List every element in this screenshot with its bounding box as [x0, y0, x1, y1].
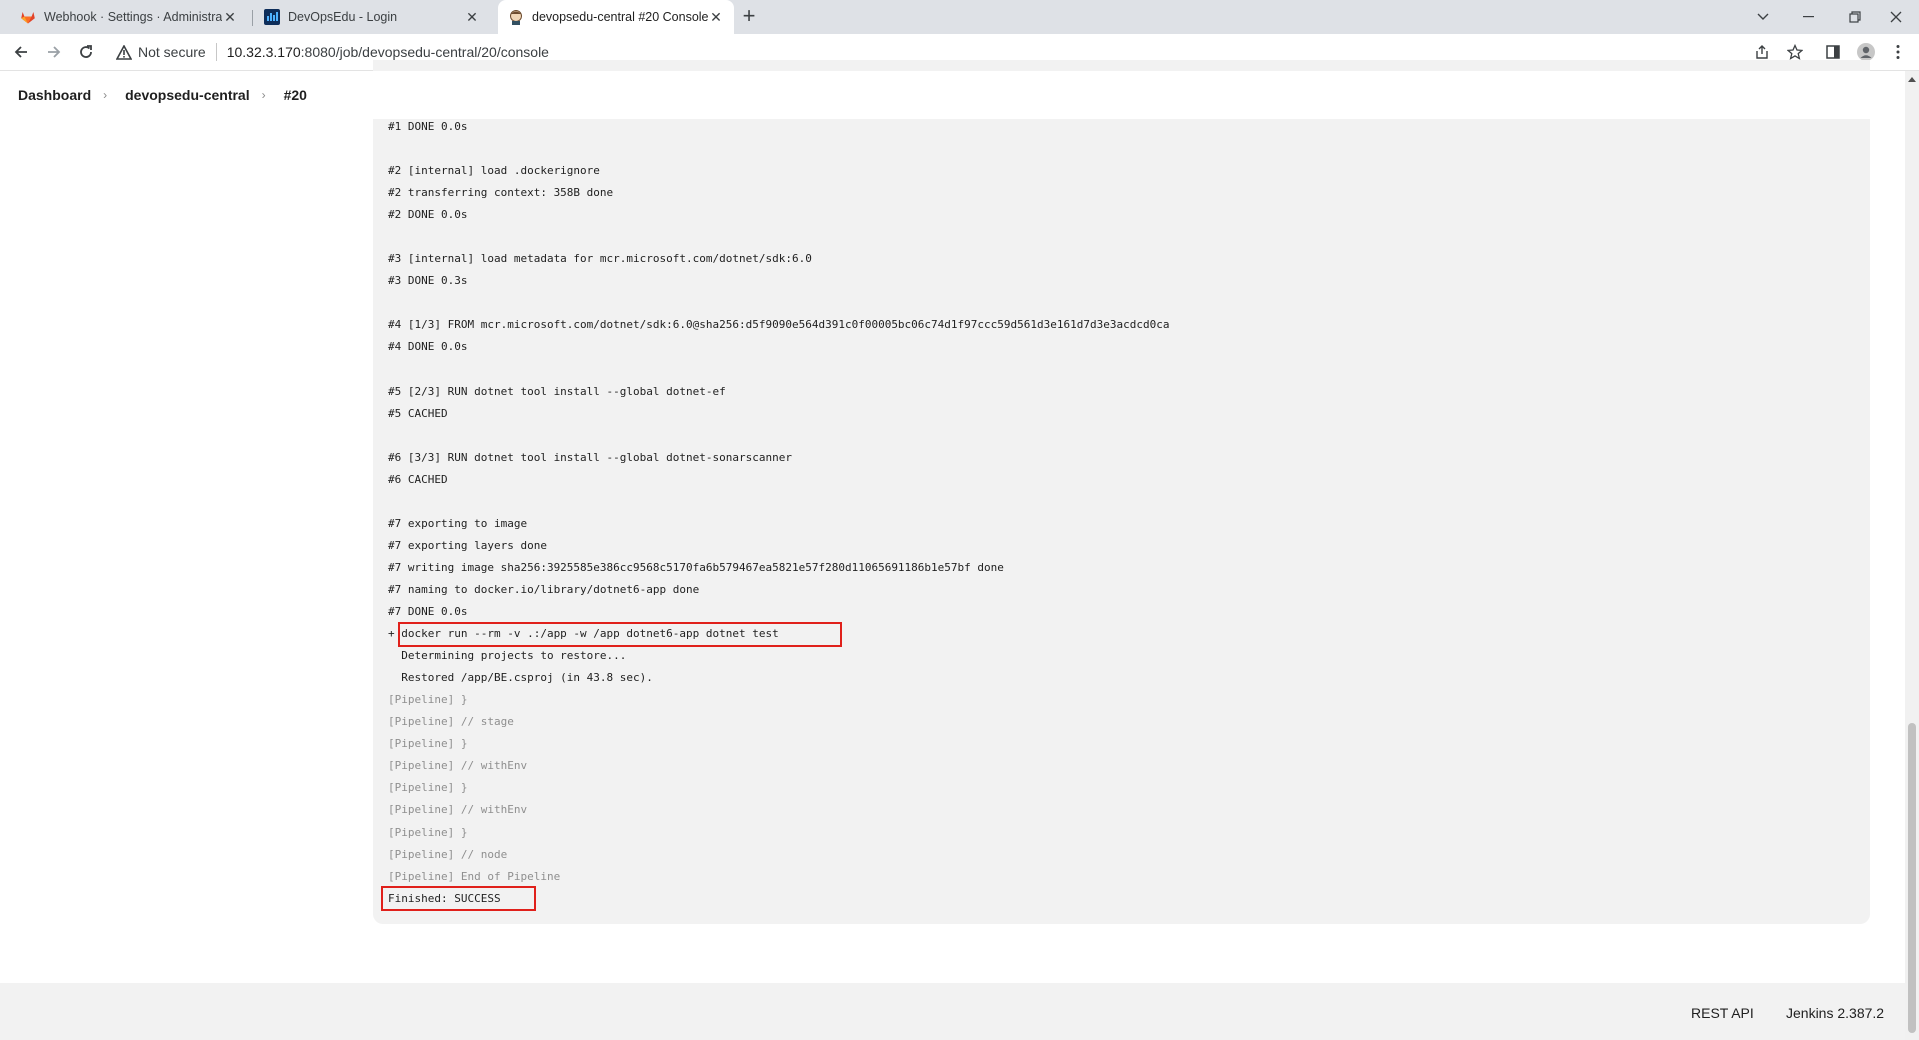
tab-close-icon[interactable]: ✕ [464, 9, 480, 26]
console-line: #7 naming to docker.io/library/dotnet6-a… [388, 582, 700, 596]
breadcrumb-job[interactable]: devopsedu-central [125, 87, 249, 103]
forward-button[interactable] [42, 40, 66, 64]
console-line: Determining projects to restore... [388, 649, 627, 663]
tab-title: DevOpsEdu - Login [288, 10, 398, 24]
console-line: [Pipeline] } [388, 825, 468, 839]
restore-icon [1849, 11, 1861, 23]
console-line: [Pipeline] } [388, 693, 468, 707]
scrollbar-thumb[interactable] [1908, 723, 1916, 1033]
console-line: #2 transferring context: 358B done [388, 186, 614, 200]
console-line: [Pipeline] // stage [388, 715, 514, 729]
console-line: #7 exporting layers done [388, 538, 547, 552]
security-label[interactable]: Not secure [138, 44, 206, 60]
console-line: Restored /app/BE.csproj (in 43.8 sec). [388, 671, 653, 685]
warning-icon[interactable] [116, 44, 132, 60]
tab-devopsedu-login[interactable]: DevOpsEdu - Login ✕ [254, 0, 490, 34]
highlight-finished-success [381, 886, 536, 911]
console-line: [Pipeline] } [388, 737, 468, 751]
tab-webhook-settings[interactable]: Webhook · Settings · Administrat ✕ [10, 0, 248, 34]
console-line: #7 exporting to image [388, 516, 528, 530]
devopsedu-icon [264, 9, 280, 25]
console-line: #3 [internal] load metadata for mcr.micr… [388, 252, 812, 266]
console-line: [Pipeline] End of Pipeline [388, 869, 561, 883]
share-icon [1756, 45, 1768, 59]
tab-close-icon[interactable]: ✕ [222, 9, 238, 26]
breadcrumb-build[interactable]: #20 [284, 87, 307, 103]
side-panel-icon [1826, 45, 1840, 59]
reload-button[interactable] [74, 40, 98, 64]
url-text[interactable]: 10.32.3.170:8080/job/devopsedu-central/2… [227, 44, 549, 60]
console-line: [Pipeline] // withEnv [388, 759, 528, 773]
restore-button[interactable] [1832, 0, 1878, 34]
jenkins-version-link[interactable]: Jenkins 2.387.2 [1786, 1005, 1884, 1021]
console-line: #2 DONE 0.0s [388, 208, 468, 222]
scroll-up-icon[interactable] [1908, 77, 1916, 82]
gitlab-icon [20, 9, 36, 25]
breadcrumb-separator: › [103, 88, 108, 102]
kebab-menu-icon [1896, 45, 1900, 59]
console-line: #5 CACHED [388, 406, 448, 420]
console-line: #7 DONE 0.0s [388, 605, 468, 619]
tab-search-button[interactable] [1740, 0, 1786, 34]
back-arrow-icon [14, 46, 27, 58]
console-line: #6 CACHED [388, 472, 448, 486]
page-footer: REST API Jenkins 2.387.2 [0, 983, 1905, 1040]
reload-icon [80, 45, 92, 58]
back-button[interactable] [9, 40, 33, 64]
tab-title: Webhook · Settings · Administrat [44, 10, 222, 24]
profile-icon [1857, 43, 1875, 61]
console-output: #1 DONE 0.0s #2 [internal] load .dockerig… [388, 116, 1169, 910]
console-line: #5 [2/3] RUN dotnet tool install --globa… [388, 384, 726, 398]
console-line: #4 [1/3] FROM mcr.microsoft.com/dotnet/s… [388, 318, 1170, 332]
forward-arrow-icon [48, 46, 61, 58]
console-line: #1 DONE 0.0s [388, 120, 468, 133]
browser-tab-bar: Webhook · Settings · Administrat ✕ DevOp… [0, 0, 1919, 34]
console-line: [Pipeline] // node [388, 847, 508, 861]
breadcrumb: Dashboard › devopsedu-central › #20 [0, 71, 1905, 119]
console-line: [Pipeline] // withEnv [388, 803, 528, 817]
breadcrumb-dashboard[interactable]: Dashboard [18, 87, 91, 103]
jenkins-icon [508, 9, 524, 25]
tab-close-icon[interactable]: ✕ [708, 9, 724, 26]
new-tab-button[interactable]: + [738, 5, 760, 28]
address-divider [215, 43, 217, 61]
console-line: #7 writing image sha256:3925585e386cc956… [388, 560, 1004, 574]
console-line: #3 DONE 0.3s [388, 274, 468, 288]
tab-console-active[interactable]: devopsedu-central #20 Console [ ✕ [498, 0, 734, 34]
chevron-down-icon [1757, 13, 1769, 20]
rest-api-link[interactable]: REST API [1691, 1005, 1754, 1021]
page-scrollbar[interactable] [1905, 71, 1919, 1040]
console-line: [Pipeline] } [388, 781, 468, 795]
close-icon [1890, 11, 1902, 23]
browser-menu-button[interactable] [1886, 40, 1910, 64]
minimize-button[interactable] [1786, 0, 1832, 34]
tab-title: devopsedu-central #20 Console [ [532, 10, 708, 24]
console-line: #2 [internal] load .dockerignore [388, 164, 600, 178]
star-icon [1787, 44, 1803, 60]
breadcrumb-separator: › [261, 88, 266, 102]
url-host: 10.32.3.170 [226, 44, 301, 60]
minimize-icon [1803, 16, 1814, 18]
url-path: :8080/job/devopsedu-central/20/console [300, 44, 549, 60]
console-line: #6 [3/3] RUN dotnet tool install --globa… [388, 450, 792, 464]
close-window-button[interactable] [1873, 0, 1919, 34]
highlight-docker-run [398, 622, 842, 647]
tab-divider [252, 10, 253, 26]
console-line: #4 DONE 0.0s [388, 340, 468, 354]
